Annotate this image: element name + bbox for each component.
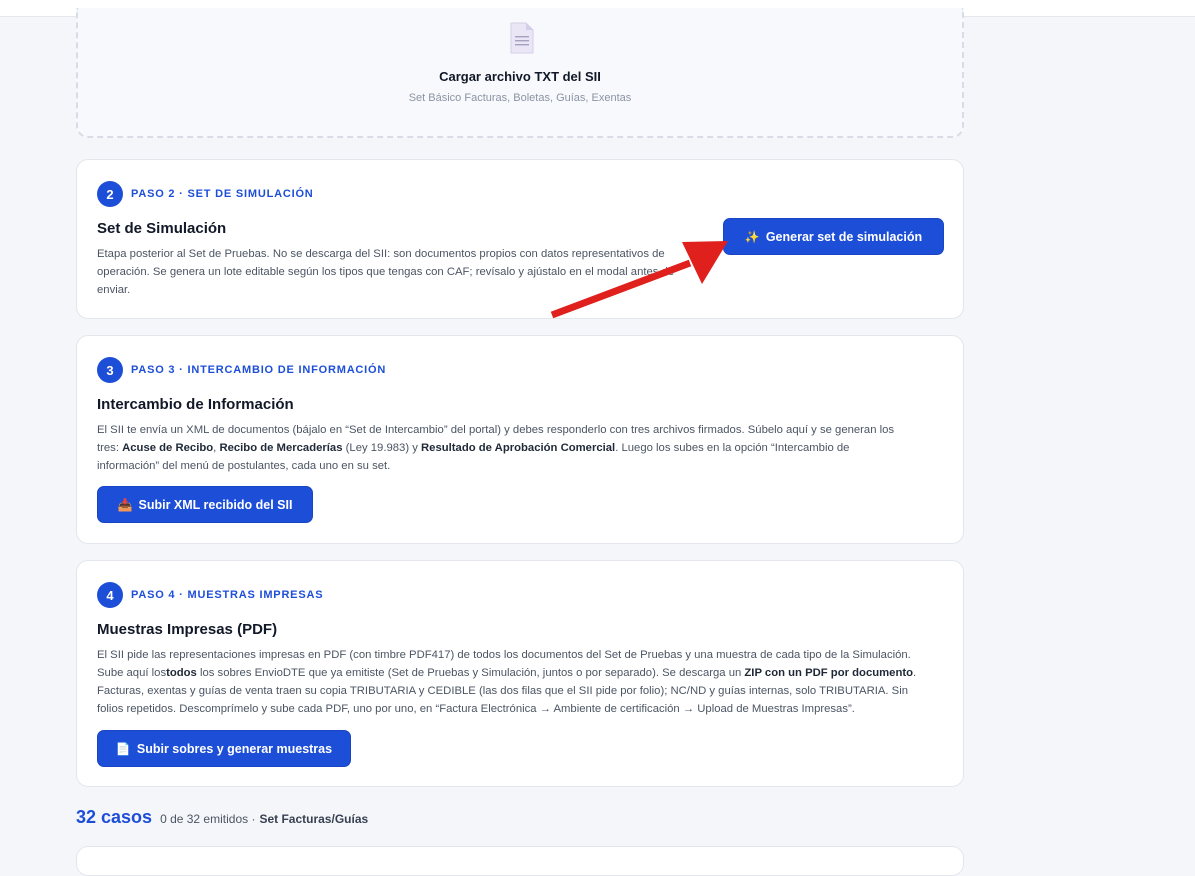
step3-title: Intercambio de Información (97, 396, 294, 413)
step4-card: 4 PASO 4 · MUESTRAS IMPRESAS Muestras Im… (76, 560, 964, 787)
step3-number-badge: 3 (97, 357, 123, 383)
txt-upload-dropzone[interactable]: Cargar archivo TXT del SII Set Básico Fa… (76, 8, 964, 138)
cases-count: 32 casos (76, 807, 153, 827)
cases-list-card (76, 846, 964, 876)
step4-number-badge: 4 (97, 582, 123, 608)
cases-emitted: 0 de 32 emitidos · (160, 812, 256, 826)
upload-envelopes-label: Subir sobres y generar muestras (136, 741, 333, 756)
step2-label: PASO 2 · SET DE SIMULACIÓN (131, 188, 314, 200)
step4-label: PASO 4 · MUESTRAS IMPRESAS (131, 589, 324, 601)
cases-summary: 32 casos 0 de 32 emitidos · Set Facturas… (76, 807, 368, 828)
step3-card: 3 PASO 3 · INTERCAMBIO DE INFORMACIÓN In… (76, 335, 964, 544)
step4-description: El SII pide las representaciones impresa… (97, 649, 917, 715)
step2-card: 2 PASO 2 · SET DE SIMULACIÓN Set de Simu… (76, 159, 964, 319)
page-icon: 📄 (115, 741, 131, 756)
document-icon (510, 22, 534, 54)
step3-description: El SII te envía un XML de documentos (bá… (97, 424, 895, 472)
step2-number-badge: 2 (97, 181, 123, 207)
step4-title: Muestras Impresas (PDF) (97, 621, 278, 638)
inbox-tray-icon: 📥 (117, 497, 133, 512)
step2-header: 2 PASO 2 · SET DE SIMULACIÓN (97, 181, 314, 207)
step3-label: PASO 3 · INTERCAMBIO DE INFORMACIÓN (131, 364, 387, 376)
step3-header: 3 PASO 3 · INTERCAMBIO DE INFORMACIÓN (97, 357, 386, 383)
upload-sii-xml-label: Subir XML recibido del SII (138, 497, 293, 512)
step4-header: 4 PASO 4 · MUESTRAS IMPRESAS (97, 582, 323, 608)
upload-envelopes-generate-samples-button[interactable]: 📄 Subir sobres y generar muestras (97, 730, 351, 767)
generate-simulation-label: Generar set de simulación (765, 229, 923, 244)
upload-sii-xml-button[interactable]: 📥 Subir XML recibido del SII (97, 486, 313, 523)
upload-subtitle: Set Básico Facturas, Boletas, Guías, Exe… (408, 92, 632, 104)
red-arrow-annotation (550, 241, 728, 319)
step2-title: Set de Simulación (97, 220, 227, 237)
upload-title: Cargar archivo TXT del SII (439, 69, 601, 84)
sparkles-icon: ✨ (744, 229, 760, 244)
cases-set-name: Set Facturas/Guías (259, 812, 369, 826)
generate-simulation-button[interactable]: ✨ Generar set de simulación (723, 218, 944, 255)
